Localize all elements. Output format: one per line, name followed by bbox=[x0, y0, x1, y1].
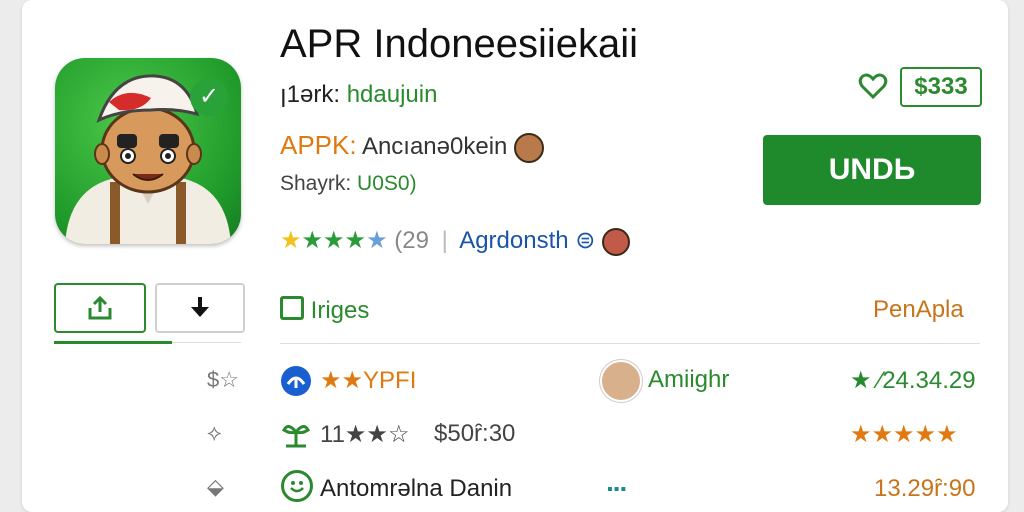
share-icon bbox=[88, 295, 112, 320]
rating-row: ★★★★★ (29 | Agrdonsth ⊜ bbox=[280, 226, 631, 256]
section-header: Iriges bbox=[280, 296, 369, 325]
tab-track bbox=[172, 342, 241, 343]
list-item-title: ★★YPFI bbox=[320, 367, 417, 394]
chart-icon bbox=[281, 366, 311, 396]
type-label: APPK: bbox=[280, 130, 357, 160]
rating-stars: ★★★★★ bbox=[280, 227, 388, 254]
list-item-value: ★ ⁄24.34.29 bbox=[850, 367, 976, 394]
download-button[interactable] bbox=[155, 283, 245, 333]
category-link[interactable]: Agrdonsth bbox=[459, 227, 568, 254]
list-item-title: Antomrəlna Danin bbox=[320, 475, 513, 502]
smile-icon bbox=[281, 470, 313, 502]
price-tag[interactable]: $333 bbox=[900, 67, 982, 107]
avatar bbox=[600, 360, 642, 402]
image-icon bbox=[280, 296, 304, 320]
heart-icon bbox=[858, 73, 888, 100]
type-row: APPK: Ancıanə0kein bbox=[280, 130, 545, 163]
info-icon: ⊜ bbox=[575, 227, 596, 254]
avatar bbox=[514, 132, 545, 163]
size-value: U0S0) bbox=[357, 172, 417, 195]
list-item-title: 11★★☆ bbox=[320, 421, 410, 448]
download-icon bbox=[191, 297, 209, 317]
size-row: Shayrk: U0S0) bbox=[280, 172, 417, 196]
tab-indicator bbox=[54, 341, 172, 344]
row-side-icon: $☆ bbox=[207, 367, 239, 392]
developer-row: ꞁ1ərk: hdaujuin bbox=[280, 80, 437, 109]
wishlist-button[interactable] bbox=[858, 72, 888, 105]
divider bbox=[280, 343, 980, 344]
app-details-card: ✓ APR Indoneesiiekaii ꞁ1ərk: hdaujuin AP… bbox=[22, 0, 1008, 512]
rating-count: (29 bbox=[394, 227, 429, 254]
install-button[interactable]: UNDЬ bbox=[763, 135, 981, 205]
developer-prefix: ꞁ1ərk: bbox=[280, 81, 341, 108]
row-side-icon: ⬙ bbox=[207, 474, 224, 499]
section-title: Iriges bbox=[310, 297, 370, 324]
app-title: APR Indoneesiiekaii bbox=[280, 22, 638, 66]
list-item-name[interactable]: Amiighr bbox=[648, 366, 729, 394]
list-item-value: 13.29ȓ:90 bbox=[874, 475, 976, 502]
size-label: Shayrk: bbox=[280, 172, 352, 195]
verified-check-icon: ✓ bbox=[190, 78, 228, 116]
section-link[interactable]: PenApla bbox=[873, 296, 964, 324]
share-button[interactable] bbox=[54, 283, 146, 333]
list-item-price: $50ȓ:30 bbox=[434, 420, 516, 447]
list-item-rating: ★★★★★ bbox=[850, 421, 958, 448]
dots-icon: ▪▪▪ bbox=[607, 481, 628, 498]
row-side-icon: ⟡ bbox=[207, 420, 222, 445]
sprout-icon bbox=[282, 418, 310, 453]
type-value: Ancıanə0kein bbox=[361, 133, 508, 160]
developer-link[interactable]: hdaujuin bbox=[347, 81, 438, 108]
avatar bbox=[602, 227, 631, 256]
